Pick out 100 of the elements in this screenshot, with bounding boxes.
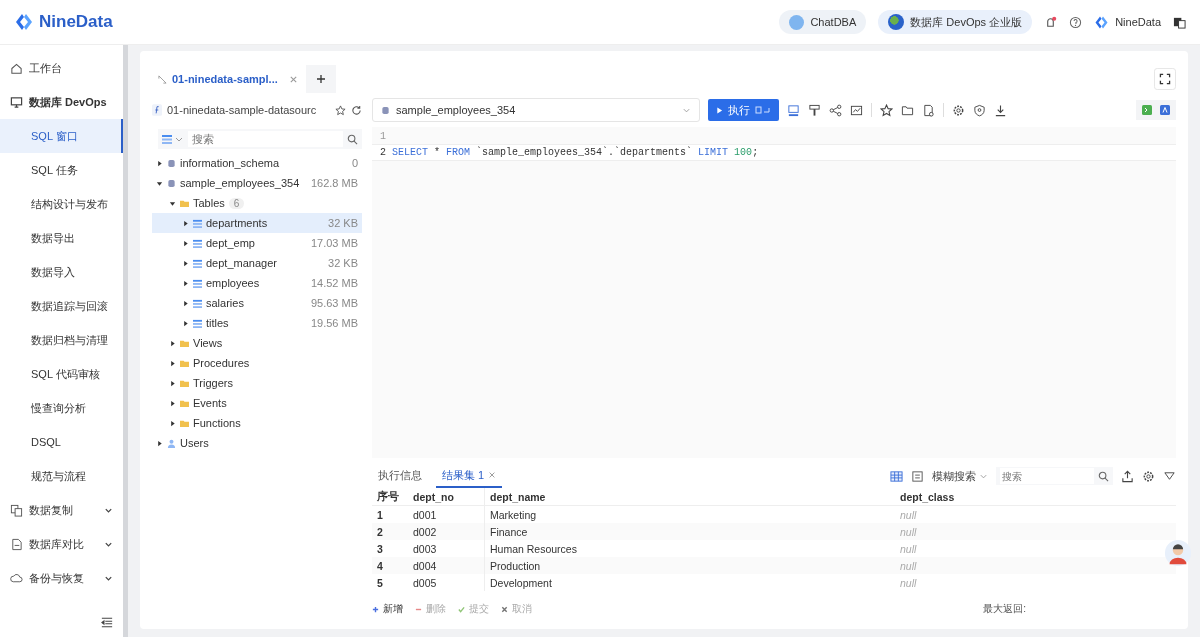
node-label[interactable]: departments — [206, 217, 268, 229]
tree-node[interactable]: dept_manager 32 KB — [152, 253, 362, 273]
terminal-icon[interactable] — [1142, 105, 1152, 115]
settings-icon[interactable] — [952, 103, 965, 117]
star-icon[interactable] — [335, 104, 346, 116]
sidebar-subitem[interactable]: SQL 代码审核 — [0, 357, 123, 391]
caret-icon[interactable] — [156, 179, 163, 187]
caret-icon[interactable] — [169, 359, 176, 367]
sidebar-subitem[interactable]: 数据追踪与回滚 — [0, 289, 123, 323]
sidebar-subitem[interactable]: 规范与流程 — [0, 459, 123, 493]
support-avatar[interactable] — [1164, 539, 1192, 567]
caret-icon[interactable] — [156, 159, 163, 167]
share-icon[interactable] — [829, 103, 842, 117]
node-label[interactable]: Procedures — [193, 357, 250, 369]
search-mode-select[interactable]: 模糊搜索 — [932, 468, 988, 484]
node-label[interactable]: dept_manager — [206, 257, 277, 269]
sidebar-item[interactable]: 备份与恢复 — [0, 561, 123, 595]
assistant-icon[interactable] — [1160, 105, 1170, 115]
sidebar-subitem[interactable]: 数据导入 — [0, 255, 123, 289]
result-search-field[interactable]: 搜索 — [1000, 468, 1094, 484]
node-label[interactable]: Functions — [193, 417, 241, 429]
sidebar-item[interactable]: 工作台 — [0, 51, 123, 85]
tree-node[interactable]: departments 32 KB — [152, 213, 362, 233]
action-button[interactable]: 新增 — [372, 602, 403, 616]
tree-node[interactable]: dept_emp 17.03 MB — [152, 233, 362, 253]
sidebar-item[interactable]: 数据复制 — [0, 493, 123, 527]
node-label[interactable]: sample_employees_354 — [180, 177, 300, 189]
caret-icon[interactable] — [169, 379, 176, 387]
tree-node[interactable]: Users — [152, 433, 362, 453]
tree-node[interactable]: salaries 95.63 MB — [152, 293, 362, 313]
close-icon[interactable] — [488, 471, 497, 479]
caret-icon[interactable] — [169, 199, 176, 207]
caret-icon[interactable] — [182, 299, 189, 307]
column-header[interactable]: dept_no — [408, 488, 485, 506]
caret-icon[interactable] — [169, 419, 176, 427]
paint-roller-icon[interactable] — [808, 103, 821, 117]
brand-logo[interactable]: NineData — [14, 12, 113, 32]
run-button[interactable]: 执行 — [708, 99, 779, 121]
settings-icon[interactable] — [1142, 469, 1155, 483]
caret-icon[interactable] — [182, 279, 189, 287]
tree-node[interactable]: Tables 6 — [152, 193, 362, 213]
sidebar-subitem[interactable]: DSQL — [0, 425, 123, 459]
datasource-name[interactable]: 01-ninedata-sample-datasourc — [167, 104, 330, 116]
caret-icon[interactable] — [169, 339, 176, 347]
bell-icon[interactable] — [1044, 15, 1058, 29]
result-tab[interactable]: 结果集 1 — [436, 464, 503, 488]
tree-node[interactable]: Views — [152, 333, 362, 353]
caret-icon[interactable] — [182, 239, 189, 247]
translate-icon[interactable] — [1173, 15, 1186, 29]
tree-node[interactable]: Events — [152, 393, 362, 413]
account-name[interactable]: NineData — [1115, 16, 1161, 28]
export-icon[interactable] — [1121, 469, 1134, 483]
sidebar-subitem[interactable]: SQL 窗口 — [0, 119, 123, 153]
sidebar-item[interactable]: 数据库对比 — [0, 527, 123, 561]
search-icon[interactable] — [347, 133, 358, 145]
tree-node[interactable]: Functions — [152, 413, 362, 433]
sidebar-subitem[interactable]: 结构设计与发布 — [0, 187, 123, 221]
file-icon[interactable] — [922, 103, 935, 117]
tree-node[interactable]: Procedures — [152, 353, 362, 373]
search-icon[interactable] — [1098, 470, 1109, 482]
tree-node[interactable]: sample_employees_354 162.8 MB — [152, 173, 362, 193]
form-view-icon[interactable] — [911, 469, 924, 483]
sidebar-subitem[interactable]: 数据归档与清理 — [0, 323, 123, 357]
database-select[interactable]: sample_employees_354 — [372, 98, 700, 122]
node-label[interactable]: Events — [193, 397, 227, 409]
node-label[interactable]: Tables — [193, 197, 225, 209]
query-tab[interactable]: 01-ninedata-sampl... — [152, 65, 304, 93]
column-header[interactable]: 序号 — [372, 488, 408, 506]
node-label[interactable]: Views — [193, 337, 223, 349]
sidebar-subitem[interactable]: 数据导出 — [0, 221, 123, 255]
add-tab-button[interactable] — [305, 65, 336, 93]
chart-icon[interactable] — [850, 103, 863, 117]
caret-icon[interactable] — [182, 319, 189, 327]
node-label[interactable]: Users — [180, 437, 209, 449]
help-icon[interactable] — [1069, 15, 1083, 29]
fullscreen-icon[interactable] — [1154, 68, 1176, 90]
account-logo-icon[interactable] — [1094, 14, 1110, 30]
chatdba-button[interactable]: ChatDBA — [779, 10, 867, 34]
filter-icon[interactable] — [1163, 469, 1176, 483]
tree-search-field[interactable]: 搜索 — [188, 131, 343, 147]
refresh-icon[interactable] — [351, 104, 362, 116]
node-label[interactable]: information_schema — [180, 157, 280, 169]
tree-node[interactable]: employees 14.52 MB — [152, 273, 362, 293]
column-header[interactable]: dept_name — [484, 488, 895, 506]
folder-icon[interactable] — [901, 103, 914, 117]
caret-icon[interactable] — [169, 399, 176, 407]
code-line[interactable]: SELECT * FROM `sample_employees_354`.`departments` LIMIT 100; — [392, 147, 759, 158]
grid-view-icon[interactable] — [890, 469, 903, 483]
star-icon[interactable] — [880, 103, 893, 117]
column-header[interactable]: dept_class — [895, 488, 1176, 506]
caret-icon[interactable] — [182, 259, 189, 267]
object-type-select[interactable] — [162, 134, 184, 144]
shield-icon[interactable] — [973, 103, 986, 117]
collapse-menu-icon[interactable] — [101, 616, 113, 628]
sidebar-item[interactable]: 数据库 DevOps — [0, 85, 123, 119]
node-label[interactable]: dept_emp — [206, 237, 255, 249]
caret-icon[interactable] — [182, 219, 189, 227]
tree-node[interactable]: information_schema 0 — [152, 153, 362, 173]
tree-node[interactable]: titles 19.56 MB — [152, 313, 362, 333]
close-icon[interactable] — [288, 74, 298, 84]
